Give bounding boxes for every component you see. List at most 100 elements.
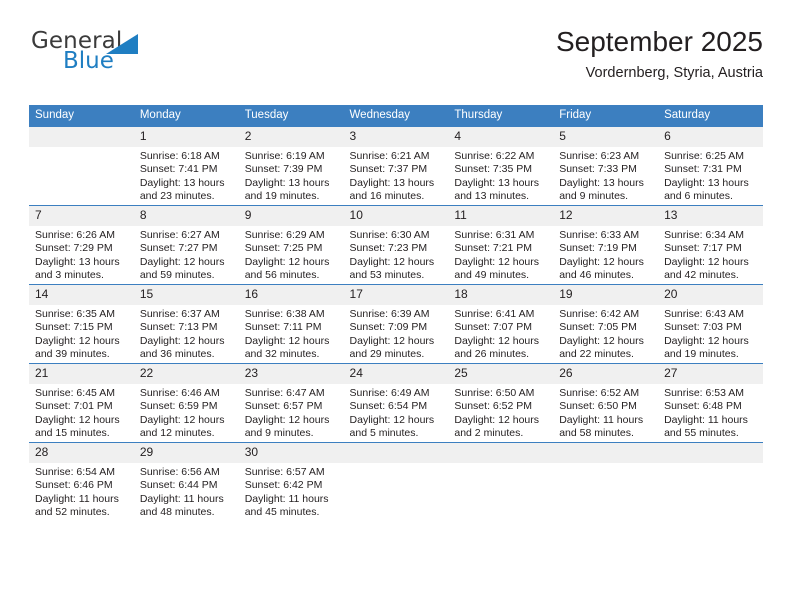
weekday-header-thursday: Thursday (448, 105, 554, 127)
sunrise-text: Sunrise: 6:53 AM (664, 387, 745, 399)
calendar-day-cell[interactable]: 26 Sunrise: 6:52 AM Sunset: 6:50 PM Dayligh… (553, 363, 659, 443)
calendar-day-cell[interactable]: 11 Sunrise: 6:31 AM Sunset: 7:21 PM Dayligh… (448, 205, 554, 285)
calendar-day-cell[interactable]: 18 Sunrise: 6:41 AM Sunset: 7:07 PM Dayligh… (448, 284, 554, 364)
sunset-text: Sunset: 6:54 PM (349, 400, 428, 413)
calendar-day-cell[interactable]: 20 Sunrise: 6:43 AM Sunset: 7:03 PM Dayligh… (658, 284, 763, 364)
calendar-day-cell[interactable]: 19 Sunrise: 6:42 AM Sunset: 7:05 PM Dayligh… (553, 284, 659, 364)
daylight-text-line2: and 13 minutes. (454, 190, 530, 203)
sunset-text: Sunset: 7:17 PM (664, 242, 742, 255)
sunset-text: Sunset: 7:03 PM (664, 321, 742, 334)
day-details: Sunrise: 6:53 AM Sunset: 6:48 PM Daylight:… (658, 384, 763, 441)
calendar-day-cell[interactable]: 28 Sunrise: 6:54 AM Sunset: 6:46 PM Dayligh… (29, 442, 134, 521)
day-number: 16 (238, 285, 344, 305)
daylight-text-line2: and 48 minutes. (139, 506, 215, 519)
day-number: 27 (658, 364, 763, 384)
calendar-week-row: 7 Sunrise: 6:26 AM Sunset: 7:29 PM Daylight… (29, 205, 763, 285)
daylight-text-line2: and 49 minutes. (454, 269, 530, 282)
day-details: Sunrise: 6:26 AM Sunset: 7:29 PM Daylight:… (29, 226, 134, 283)
daylight-text-line2: and 36 minutes. (139, 348, 215, 361)
sunset-text: Sunset: 7:41 PM (139, 163, 218, 176)
daylight-text-line1: Daylight: 12 hours (454, 334, 540, 347)
calendar-day-cell[interactable]: 25 Sunrise: 6:50 AM Sunset: 6:52 PM Dayligh… (448, 363, 554, 443)
day-details: Sunrise: 6:23 AM Sunset: 7:33 PM Daylight:… (553, 147, 658, 204)
sunset-text: Sunset: 7:15 PM (35, 321, 113, 334)
calendar-day-cell[interactable]: 15 Sunrise: 6:37 AM Sunset: 7:13 PM Dayligh… (133, 284, 239, 364)
day-details: Sunrise: 6:43 AM Sunset: 7:03 PM Daylight:… (658, 305, 763, 362)
calendar-day-cell[interactable]: 7 Sunrise: 6:26 AM Sunset: 7:29 PM Daylight… (29, 205, 134, 285)
calendar-week-row: 1 Sunrise: 6:18 AM Sunset: 7:41 PM Daylight… (29, 127, 763, 206)
calendar-day-cell[interactable]: 29 Sunrise: 6:56 AM Sunset: 6:44 PM Dayligh… (133, 442, 239, 521)
sunrise-text: Sunrise: 6:41 AM (454, 308, 535, 320)
daylight-text-line1: Daylight: 13 hours (35, 255, 120, 268)
day-number: 3 (343, 127, 449, 147)
calendar-day-cell[interactable]: 10 Sunrise: 6:30 AM Sunset: 7:23 PM Dayligh… (343, 205, 449, 285)
calendar-day-cell[interactable]: 14 Sunrise: 6:35 AM Sunset: 7:15 PM Dayligh… (29, 284, 134, 364)
calendar-day-cell[interactable]: 17 Sunrise: 6:39 AM Sunset: 7:09 PM Dayligh… (343, 284, 449, 364)
sunrise-text: Sunrise: 6:34 AM (664, 229, 745, 241)
daylight-text-line1: Daylight: 12 hours (454, 413, 540, 426)
calendar-day-cell[interactable]: 4 Sunrise: 6:22 AM Sunset: 7:35 PM Daylight… (448, 127, 554, 206)
day-number: 1 (133, 127, 239, 147)
day-details: Sunrise: 6:29 AM Sunset: 7:25 PM Daylight:… (239, 226, 344, 283)
day-number: 11 (448, 206, 554, 226)
sunset-text: Sunset: 7:29 PM (35, 242, 113, 255)
day-details: Sunrise: 6:31 AM Sunset: 7:21 PM Daylight:… (448, 226, 553, 283)
daylight-text-line2: and 5 minutes. (349, 427, 419, 440)
day-number: 4 (448, 127, 554, 147)
daylight-text-line2: and 58 minutes. (559, 427, 634, 440)
calendar-day-cell-empty (448, 442, 554, 521)
calendar-day-cell[interactable]: 3 Sunrise: 6:21 AM Sunset: 7:37 PM Daylight… (343, 127, 449, 206)
daylight-text-line1: Daylight: 13 hours (454, 176, 540, 189)
sunrise-text: Sunrise: 6:31 AM (454, 229, 535, 241)
calendar-day-cell[interactable]: 21 Sunrise: 6:45 AM Sunset: 7:01 PM Dayligh… (29, 363, 134, 443)
sunset-text: Sunset: 7:19 PM (559, 242, 637, 255)
calendar-day-cell[interactable]: 27 Sunrise: 6:53 AM Sunset: 6:48 PM Dayligh… (658, 363, 763, 443)
day-details: Sunrise: 6:42 AM Sunset: 7:05 PM Daylight:… (553, 305, 658, 362)
brand-logo[interactable]: General Blue (29, 26, 259, 82)
weekday-header-saturday: Saturday (658, 105, 763, 127)
daylight-text-line2: and 3 minutes. (35, 269, 104, 282)
day-number: 26 (553, 364, 659, 384)
day-details: Sunrise: 6:50 AM Sunset: 6:52 PM Daylight:… (448, 384, 553, 441)
day-details: Sunrise: 6:35 AM Sunset: 7:15 PM Daylight:… (29, 305, 134, 362)
sunrise-text: Sunrise: 6:21 AM (349, 150, 430, 162)
calendar-day-cell[interactable]: 23 Sunrise: 6:47 AM Sunset: 6:57 PM Dayligh… (238, 363, 344, 443)
daylight-text-line1: Daylight: 11 hours (35, 492, 119, 505)
daylight-text-line2: and 52 minutes. (35, 506, 110, 519)
sunrise-text: Sunrise: 6:29 AM (244, 229, 325, 241)
sunrise-text: Sunrise: 6:18 AM (139, 150, 220, 162)
calendar-day-cell[interactable]: 30 Sunrise: 6:57 AM Sunset: 6:42 PM Dayligh… (238, 442, 344, 521)
day-number: 22 (133, 364, 239, 384)
sunrise-text: Sunrise: 6:49 AM (349, 387, 430, 399)
calendar-day-cell[interactable]: 6 Sunrise: 6:25 AM Sunset: 7:31 PM Daylight… (658, 127, 763, 206)
day-details: Sunrise: 6:19 AM Sunset: 7:39 PM Daylight:… (239, 147, 344, 204)
sunrise-text: Sunrise: 6:26 AM (35, 229, 115, 241)
sunset-text: Sunset: 6:46 PM (35, 479, 113, 492)
day-number: 19 (553, 285, 659, 305)
sunset-text: Sunset: 6:48 PM (664, 400, 742, 413)
weekday-header-friday: Friday (553, 105, 659, 127)
day-number: 8 (133, 206, 239, 226)
day-details: Sunrise: 6:54 AM Sunset: 6:46 PM Daylight:… (29, 463, 134, 520)
daylight-text-line2: and 15 minutes. (35, 427, 110, 440)
calendar-day-cell[interactable]: 13 Sunrise: 6:34 AM Sunset: 7:17 PM Dayligh… (658, 205, 763, 285)
calendar-day-cell[interactable]: 5 Sunrise: 6:23 AM Sunset: 7:33 PM Daylight… (553, 127, 659, 206)
day-number: 28 (29, 443, 134, 463)
daylight-text-line1: Daylight: 12 hours (244, 255, 330, 268)
calendar-day-cell[interactable]: 16 Sunrise: 6:38 AM Sunset: 7:11 PM Dayligh… (238, 284, 344, 364)
calendar-day-cell[interactable]: 22 Sunrise: 6:46 AM Sunset: 6:59 PM Dayligh… (133, 363, 239, 443)
calendar-day-cell[interactable]: 24 Sunrise: 6:49 AM Sunset: 6:54 PM Dayligh… (343, 363, 449, 443)
day-number: 21 (29, 364, 134, 384)
calendar-day-cell[interactable]: 12 Sunrise: 6:33 AM Sunset: 7:19 PM Dayligh… (553, 205, 659, 285)
calendar-day-cell[interactable]: 1 Sunrise: 6:18 AM Sunset: 7:41 PM Daylight… (133, 127, 239, 206)
day-details: Sunrise: 6:33 AM Sunset: 7:19 PM Daylight:… (553, 226, 658, 283)
calendar-day-cell[interactable]: 2 Sunrise: 6:19 AM Sunset: 7:39 PM Daylight… (238, 127, 344, 206)
calendar-day-cell[interactable]: 9 Sunrise: 6:29 AM Sunset: 7:25 PM Daylight… (238, 205, 344, 285)
day-number: 17 (343, 285, 449, 305)
sunset-text: Sunset: 7:11 PM (244, 321, 322, 334)
calendar-day-cell[interactable]: 8 Sunrise: 6:27 AM Sunset: 7:27 PM Daylight… (133, 205, 239, 285)
daylight-text-line2: and 45 minutes. (244, 506, 320, 519)
sunrise-text: Sunrise: 6:56 AM (139, 466, 220, 478)
daylight-text-line2: and 19 minutes. (244, 190, 320, 203)
day-details: Sunrise: 6:38 AM Sunset: 7:11 PM Daylight:… (239, 305, 344, 362)
